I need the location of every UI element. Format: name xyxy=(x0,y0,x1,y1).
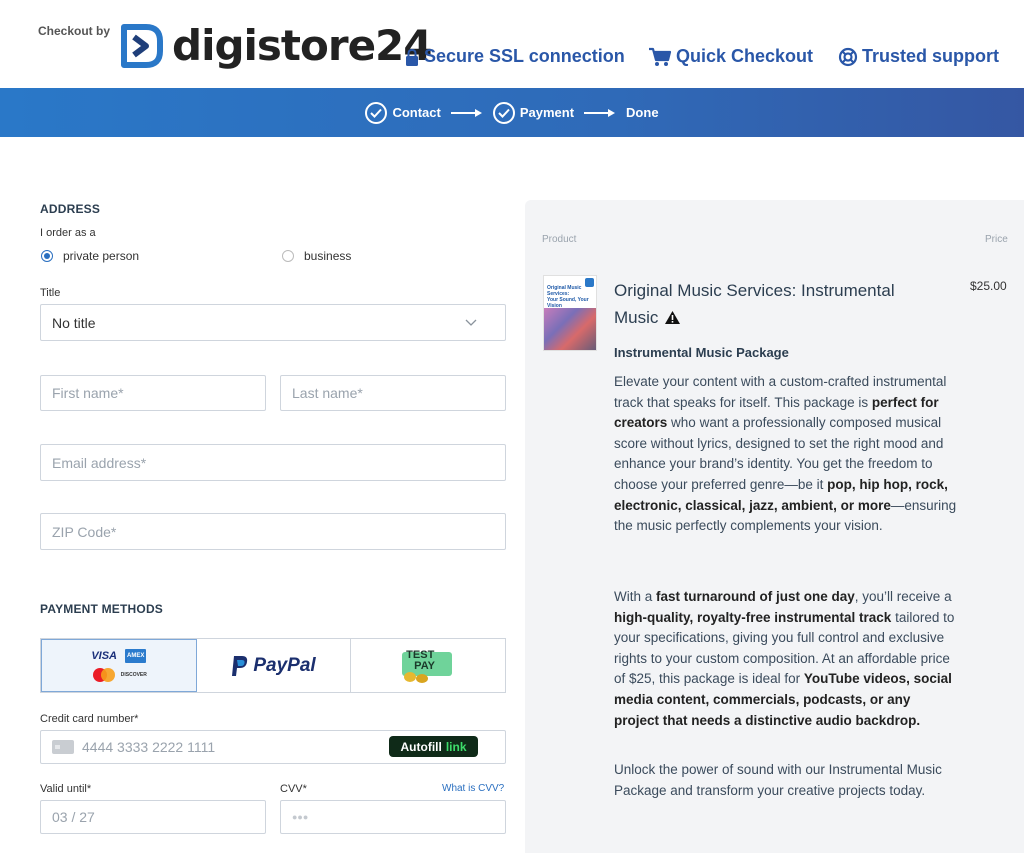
digistore24-logo[interactable]: digistore24 xyxy=(116,20,432,72)
cvv-placeholder: ●●● xyxy=(292,812,309,822)
paypal-icon xyxy=(232,655,248,676)
first-name-placeholder: First name* xyxy=(52,385,124,401)
thumbnail-caption: Original Music Services: Your Sound, You… xyxy=(547,285,595,309)
last-name-placeholder: Last name* xyxy=(292,385,363,401)
zip-code-placeholder: ZIP Code* xyxy=(52,523,117,540)
radio-selected-icon xyxy=(41,250,53,262)
lock-icon xyxy=(406,48,418,66)
chevron-down-icon xyxy=(465,319,477,326)
trust-ssl-label: Secure SSL connection xyxy=(424,46,625,66)
mastercard-icon xyxy=(92,667,115,682)
description-paragraph-1: Elevate your content with a custom-craft… xyxy=(614,374,957,534)
valid-until-input[interactable]: 03 / 27 xyxy=(40,800,266,834)
test-pay-top: TEST xyxy=(406,648,435,661)
step-payment-label: Payment xyxy=(519,105,575,120)
autofill-link-button[interactable]: Autofill link xyxy=(389,736,478,757)
checkout-by-label: Checkout by xyxy=(38,24,111,38)
check-circle-icon xyxy=(365,101,388,124)
card-logos: VISA AMEX DISCOVER xyxy=(91,648,147,683)
radio-private-person-label: private person xyxy=(63,249,140,263)
amex-logo: AMEX xyxy=(125,648,147,663)
step-contact-label: Contact xyxy=(392,105,441,120)
radio-unselected-icon xyxy=(282,250,294,262)
step-done-label: Done xyxy=(626,105,659,120)
test-pay-logo: TEST PAY xyxy=(402,648,454,684)
card-number-placeholder: 4444 3333 2222 1111 xyxy=(82,739,216,755)
step-done: Done xyxy=(626,105,659,120)
column-price: Price xyxy=(985,234,1008,245)
header: Checkout by digistore24 Secure SSL conne… xyxy=(0,0,1024,88)
product-price: $25.00 xyxy=(970,279,1007,293)
thumbnail-photo xyxy=(544,308,596,350)
trust-support-label: Trusted support xyxy=(862,46,1000,66)
step-contact: Contact xyxy=(365,101,441,124)
product-thumbnail[interactable]: Original Music Services: Your Sound, You… xyxy=(543,275,597,351)
warning-icon[interactable] xyxy=(664,310,681,325)
description-paragraph-3: Unlock the power of sound with our Instr… xyxy=(614,762,942,798)
radio-business-label: business xyxy=(304,249,352,263)
paypal-logo-text: PayPal xyxy=(253,654,316,676)
email-placeholder: Email address* xyxy=(52,454,147,471)
trust-ssl: Secure SSL connection xyxy=(404,46,625,67)
credit-card-icon xyxy=(52,740,74,754)
test-pay-bottom: PAY xyxy=(414,659,435,672)
description-paragraph-2: With a fast turnaround of just one day, … xyxy=(614,589,955,728)
first-name-input[interactable]: First name* xyxy=(40,375,266,411)
cart-icon xyxy=(649,47,672,66)
payment-method-tabs: VISA AMEX DISCOVER PayPal TEST PAY xyxy=(40,638,506,693)
discover-logo: DISCOVER xyxy=(120,671,147,678)
valid-until-label: Valid until* xyxy=(40,783,92,795)
autofill-link-text: link xyxy=(445,739,467,754)
visa-logo: VISA xyxy=(91,649,117,662)
email-input[interactable]: Email address* xyxy=(40,444,506,481)
address-section-title: ADDRESS xyxy=(40,202,101,216)
trust-support: Trusted support xyxy=(838,46,999,67)
arrow-right-icon xyxy=(450,108,483,118)
zip-code-input[interactable]: ZIP Code* xyxy=(40,513,506,550)
digistore24-logo-icon xyxy=(121,24,163,68)
cvv-input[interactable]: ●●● xyxy=(280,800,506,834)
valid-until-placeholder: 03 / 27 xyxy=(52,809,95,825)
radio-private-person[interactable]: private person xyxy=(41,249,139,263)
column-product: Product xyxy=(542,234,577,245)
payment-section-title: PAYMENT METHODS xyxy=(40,602,164,616)
product-title: Original Music Services: Instrumental Mu… xyxy=(614,277,934,331)
step-payment: Payment xyxy=(492,101,575,124)
radio-business[interactable]: business xyxy=(282,249,351,263)
autofill-label: Autofill xyxy=(400,739,442,754)
order-as-label: I order as a xyxy=(40,227,96,239)
title-select-value: No title xyxy=(52,314,96,331)
tab-credit-card[interactable]: VISA AMEX DISCOVER xyxy=(41,639,197,692)
tab-test-pay[interactable]: TEST PAY xyxy=(351,639,506,692)
tab-paypal[interactable]: PayPal xyxy=(196,639,352,692)
product-title-line2: Music xyxy=(614,308,659,327)
card-number-label: Credit card number* xyxy=(40,713,139,725)
trust-quick-label: Quick Checkout xyxy=(676,46,814,66)
logo-wordmark: digistore24 xyxy=(172,21,432,70)
product-title-line1: Original Music Services: Instrumental xyxy=(614,281,895,300)
checkout-steps-bar: Contact Payment Done xyxy=(0,88,1024,137)
lifebuoy-icon xyxy=(838,47,858,66)
package-title: Instrumental Music Package xyxy=(614,345,789,360)
check-circle-icon xyxy=(492,101,515,124)
trust-quick-checkout: Quick Checkout xyxy=(648,46,813,67)
title-label: Title xyxy=(40,287,61,299)
arrow-right-icon xyxy=(584,108,616,118)
title-select[interactable]: No title xyxy=(40,304,506,341)
what-is-cvv-link[interactable]: What is CVV? xyxy=(442,783,504,794)
last-name-input[interactable]: Last name* xyxy=(280,375,506,411)
cvv-label: CVV* xyxy=(280,783,307,795)
